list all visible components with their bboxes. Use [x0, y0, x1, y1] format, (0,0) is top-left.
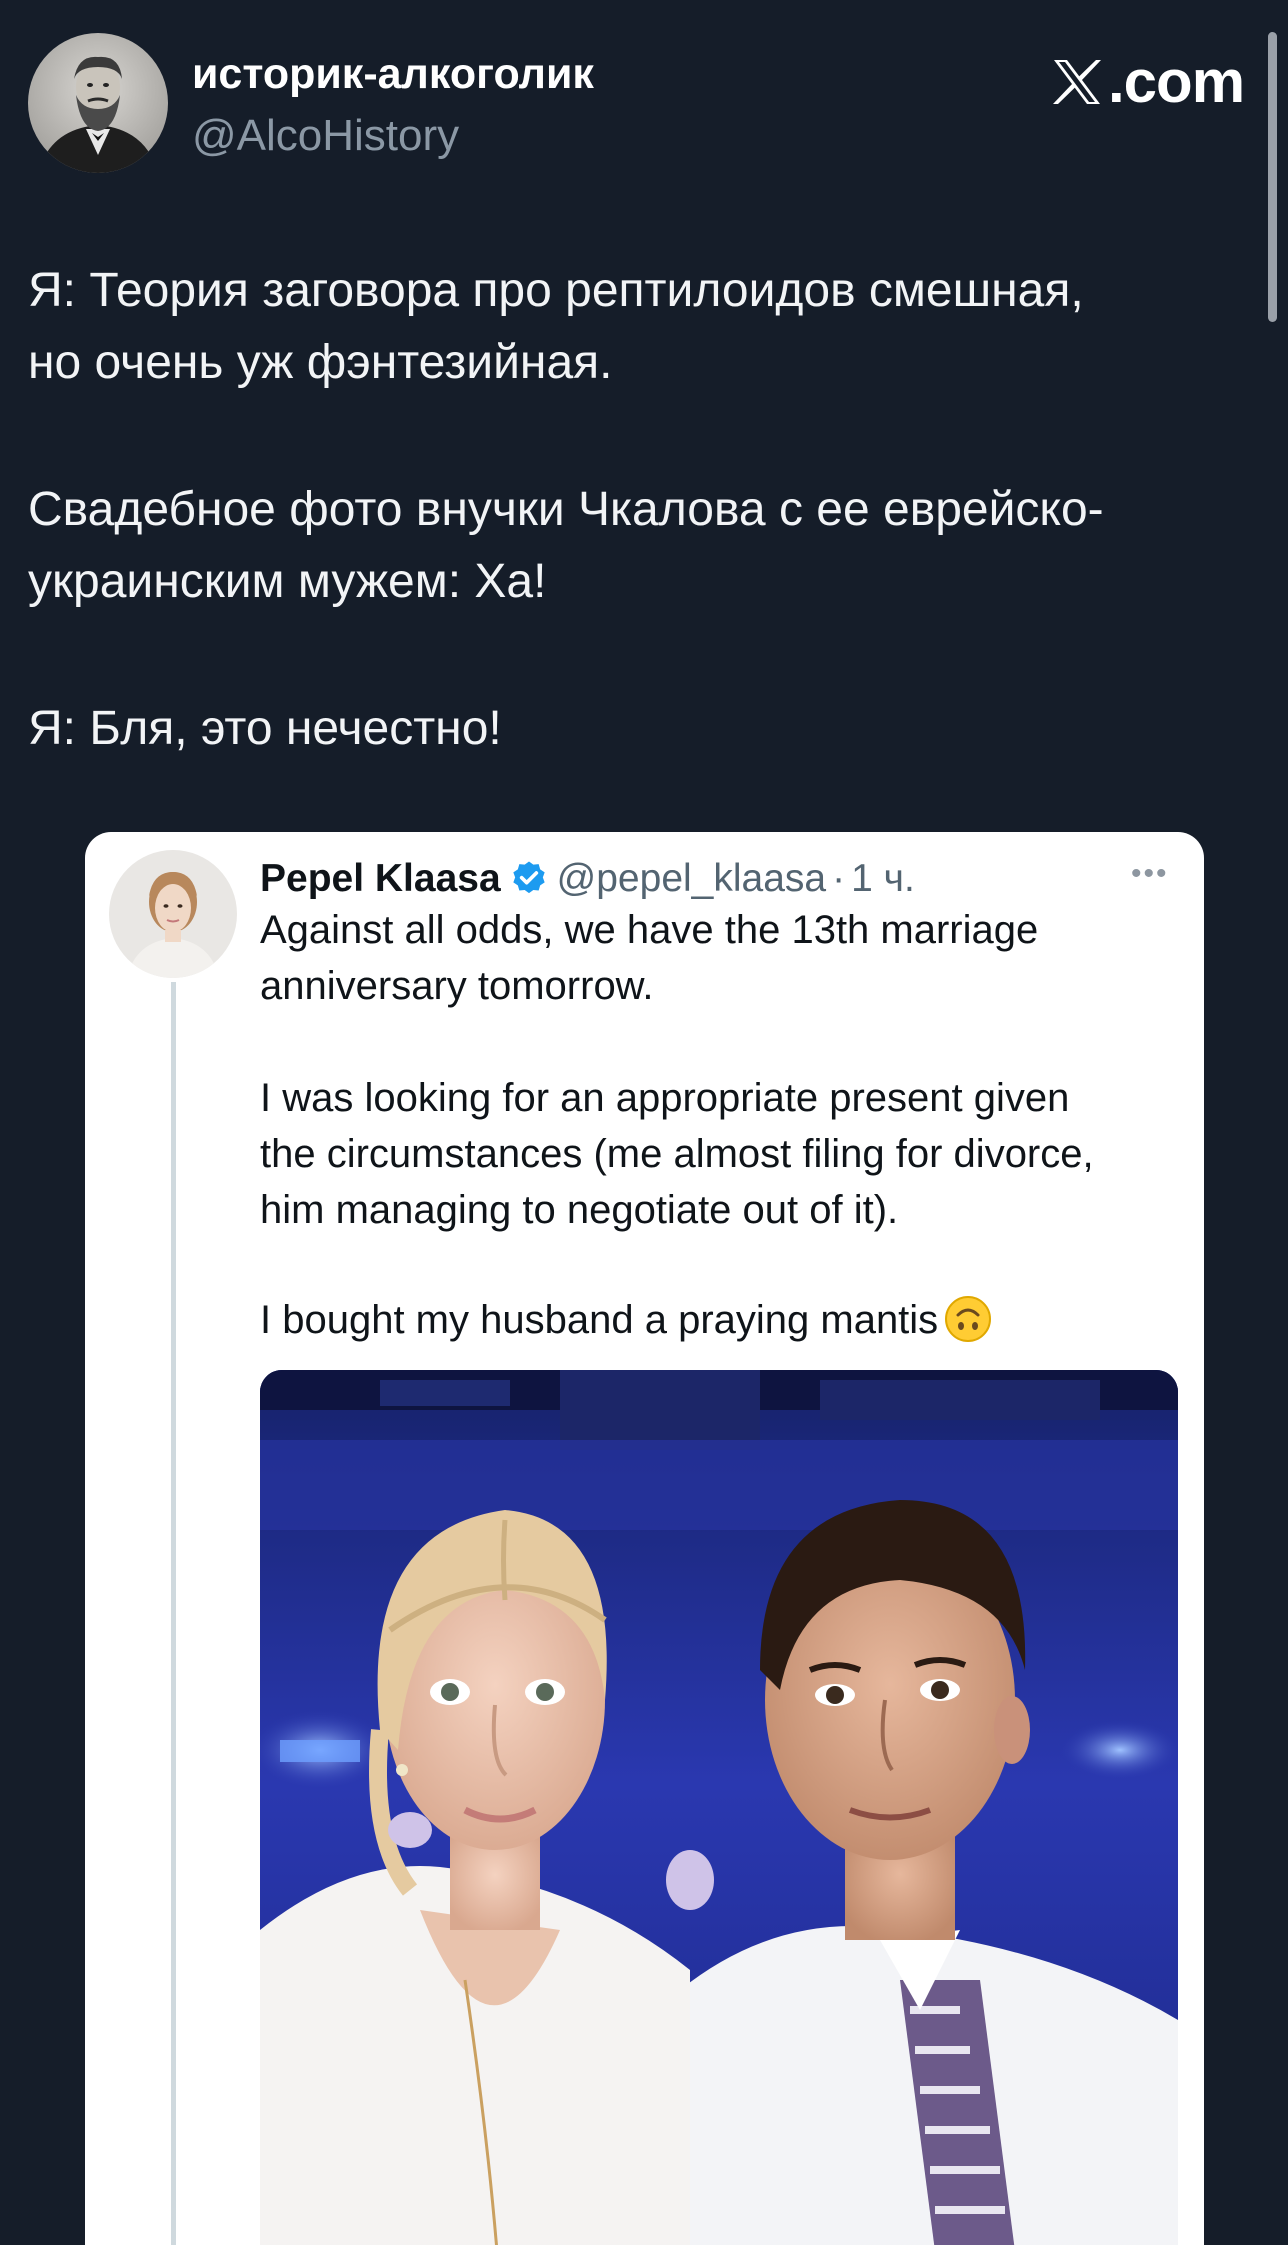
quoted-text-line-2: anniversary tomorrow. — [260, 964, 654, 1008]
author-handle[interactable]: @AlcoHistory — [192, 110, 459, 162]
tweet-text-line-2: но очень уж фэнтезийная. — [28, 336, 613, 389]
quoted-author-name[interactable]: Pepel Klaasa — [260, 857, 501, 901]
author-name[interactable]: историк-алкоголик — [192, 48, 594, 100]
site-logo-text: .com — [1108, 48, 1245, 115]
quoted-tweet-time[interactable]: 1 ч. — [851, 857, 915, 901]
meta-separator: · — [832, 857, 846, 900]
quoted-text-line-6: I bought my husband a praying mantis — [260, 1292, 992, 1348]
quoted-text-line-4: the circumstances (me almost filing for … — [260, 1132, 1094, 1176]
author-avatar[interactable] — [28, 33, 168, 173]
site-logo: .com — [1050, 48, 1245, 115]
tweet-text-line-4: украинским мужем: Ха! — [28, 555, 547, 608]
wedding-photo[interactable] — [260, 1370, 1178, 2245]
verified-badge-icon — [512, 861, 545, 894]
quoted-tweet-card[interactable]: Pepel Klaasa @pepel_klaasa · 1 ч. ••• Ag… — [85, 832, 1204, 2245]
quoted-text-line-6-text: I bought my husband a praying mantis — [260, 1298, 939, 1342]
quoted-text-line-1: Against all odds, we have the 13th marri… — [260, 908, 1039, 952]
tweet-screenshot: историк-алкоголик @AlcoHistory .com Я: Т… — [0, 0, 1288, 2245]
quoted-tweet-header: Pepel Klaasa @pepel_klaasa · 1 ч. — [260, 850, 915, 908]
scrollbar[interactable] — [1268, 32, 1277, 322]
quoted-text-line-5: him managing to negotiate out of it). — [260, 1188, 899, 1232]
quoted-author-handle[interactable]: @pepel_klaasa — [557, 857, 826, 901]
quoted-author-avatar[interactable] — [109, 850, 237, 978]
upside-down-face-icon — [945, 1296, 992, 1342]
more-options-icon[interactable]: ••• — [1131, 854, 1169, 894]
x-logo-icon — [1053, 60, 1101, 104]
tweet-text-line-1: Я: Теория заговора про рептилоидов смешн… — [28, 264, 1084, 317]
quoted-text-line-3: I was looking for an appropriate present… — [260, 1076, 1070, 1120]
thread-line — [171, 982, 176, 2245]
tweet-text-line-3: Свадебное фото внучки Чкалова с ее еврей… — [28, 483, 1104, 536]
tweet-text-line-5: Я: Бля, это нечестно! — [28, 702, 502, 755]
